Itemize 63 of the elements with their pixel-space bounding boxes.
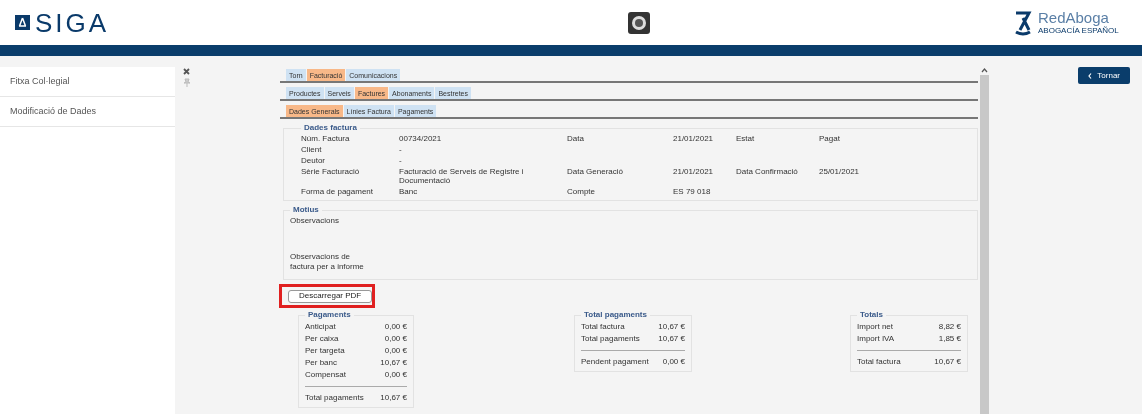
field-value: Banc <box>399 187 418 196</box>
field-value: 21/01/2021 <box>673 167 714 176</box>
amount-label: Per targeta <box>305 345 345 357</box>
field-value: Facturació de Serveis de Registre i Documentació <box>399 167 524 185</box>
field-value: - <box>399 145 402 154</box>
field-value: 00734/2021 <box>399 134 442 143</box>
field-label: Data Generació <box>567 167 624 176</box>
amount-label: Pendent pagament <box>581 356 649 368</box>
amount-value: 10,67 € <box>934 356 961 368</box>
logo-icon <box>15 15 30 30</box>
close-icon[interactable] <box>183 68 190 75</box>
amount-label: Compensat <box>305 369 346 381</box>
amount-label: Per caixa <box>305 333 339 345</box>
amount-label: Anticipat <box>305 321 336 333</box>
amount-label: Per banc <box>305 357 338 369</box>
amount-value: 10,67 € <box>658 333 685 345</box>
partner-subtitle: ABOGACÍA ESPAÑOL <box>1038 27 1119 35</box>
back-button[interactable]: Tornar <box>1078 67 1130 84</box>
field-value: Pagat <box>819 134 840 143</box>
field-value: - <box>399 156 402 165</box>
scrollbar-thumb[interactable] <box>979 75 989 414</box>
amount-value: 8,82 € <box>938 321 961 333</box>
partner-logo-icon <box>1014 9 1032 36</box>
amount-label: Import net <box>857 321 893 333</box>
section-title: Motius <box>292 204 320 216</box>
amount-label: Total factura <box>857 356 901 368</box>
field-label: Data Confirmació <box>736 167 798 176</box>
field-label: Deutor <box>301 156 325 165</box>
field-value: 21/01/2021 <box>673 134 714 143</box>
section-title: Total pagaments <box>583 309 648 321</box>
section-title: Pagaments <box>307 309 352 321</box>
field-label: Sèrie Facturació <box>301 167 360 176</box>
section-title: Dades factura <box>303 122 358 134</box>
amount-value: 10,67 € <box>380 392 407 404</box>
chevron-left-icon <box>1088 72 1093 79</box>
emblem-icon <box>628 11 651 34</box>
amount-value: 0,00 € <box>662 356 685 368</box>
field-label: Forma de pagament <box>301 187 374 196</box>
field-label: Observacions <box>290 216 340 226</box>
amount-value: 10,67 € <box>380 357 407 369</box>
partner-name: RedAboga <box>1038 10 1110 25</box>
field-label: Núm. Factura <box>301 134 350 143</box>
amount-value: 10,67 € <box>658 321 685 333</box>
amount-value: 0,00 € <box>384 321 407 333</box>
amount-value: 0,00 € <box>384 369 407 381</box>
amount-label: Import IVA <box>857 333 895 345</box>
download-pdf-button[interactable]: Descarregar PDF <box>288 289 373 303</box>
field-value: ES 79 018 <box>673 187 711 196</box>
amount-value: 1,85 € <box>938 333 961 345</box>
amount-value: 0,00 € <box>384 345 407 357</box>
scroll-up-icon[interactable] <box>980 68 988 73</box>
field-label: Data <box>567 134 584 143</box>
logo-text: SIGA <box>35 9 110 36</box>
field-value: 25/01/2021 <box>819 167 860 176</box>
amount-label: Total pagaments <box>581 333 640 345</box>
amount-label: Total pagaments <box>305 392 364 404</box>
field-label: Estat <box>736 134 755 143</box>
section-title: Totals <box>859 309 884 321</box>
field-label: Observacions de factura per a informe <box>290 252 365 272</box>
amount-label: Total factura <box>581 321 625 333</box>
field-label: Compte <box>567 187 595 196</box>
field-label: Client <box>301 145 322 154</box>
amount-value: 0,00 € <box>384 333 407 345</box>
